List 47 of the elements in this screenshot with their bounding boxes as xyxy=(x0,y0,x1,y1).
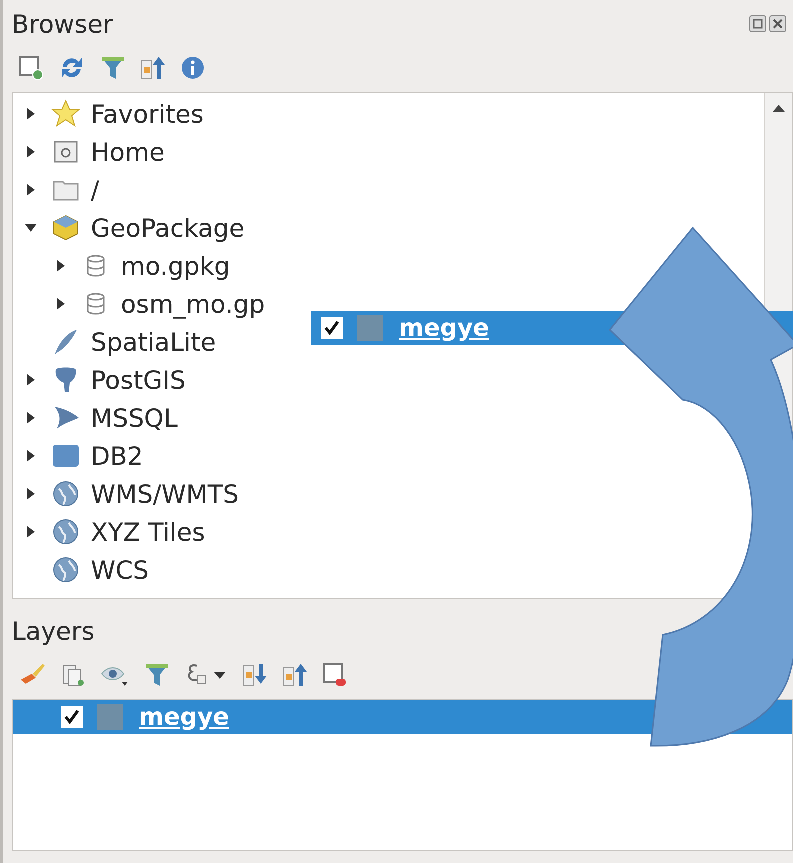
expand-arrow-icon[interactable] xyxy=(25,374,37,386)
collapse-icon[interactable] xyxy=(282,662,308,688)
panel-title: Browser xyxy=(12,10,114,38)
collapse-icon[interactable] xyxy=(140,55,166,81)
tree-item-label[interactable]: mo.gpkg xyxy=(121,252,230,280)
panel-title: Layers xyxy=(12,616,95,646)
globe-icon xyxy=(51,517,81,547)
expand-arrow-icon[interactable] xyxy=(25,450,37,462)
filter-icon[interactable] xyxy=(144,662,170,688)
globe-icon xyxy=(51,479,81,509)
layer-name: megye xyxy=(139,703,230,731)
remove-layer-icon[interactable] xyxy=(322,662,348,688)
checkbox[interactable] xyxy=(61,706,83,728)
layer-name: megye xyxy=(399,314,490,342)
close-icon[interactable] xyxy=(769,15,787,33)
tree-item-label[interactable]: WCS xyxy=(91,556,150,584)
tree-item-label[interactable]: MSSQL xyxy=(91,404,178,432)
tree-item-label[interactable]: Favorites xyxy=(91,100,204,128)
scroll-up-icon[interactable] xyxy=(772,103,786,113)
float-icon[interactable] xyxy=(749,15,767,33)
layer-symbol xyxy=(97,704,123,730)
tree-item-label[interactable]: GeoPackage xyxy=(91,214,245,242)
tree-item-label[interactable]: XYZ Tiles xyxy=(91,518,206,546)
expand-arrow-icon[interactable] xyxy=(25,412,37,424)
filter-icon[interactable] xyxy=(100,55,126,81)
expand-arrow-icon[interactable] xyxy=(55,260,67,272)
expand-all-icon[interactable] xyxy=(242,662,268,688)
add-layer-icon[interactable] xyxy=(18,55,44,81)
tree-item-label[interactable]: DB2 xyxy=(91,442,144,470)
package-box-icon xyxy=(51,213,81,243)
tree-item-label[interactable]: PostGIS xyxy=(91,366,186,394)
expand-arrow-icon[interactable] xyxy=(25,526,37,538)
expand-arrow-icon[interactable] xyxy=(25,108,37,120)
star-icon xyxy=(51,99,81,129)
globe-icon xyxy=(51,555,81,585)
expand-arrow-icon[interactable] xyxy=(25,146,37,158)
expand-arrow-icon[interactable] xyxy=(25,488,37,500)
layer-symbol xyxy=(357,315,383,341)
tree-item-label[interactable]: SpatiaLite xyxy=(91,328,216,356)
tree-item-label[interactable]: / xyxy=(91,176,100,204)
collapse-arrow-icon[interactable] xyxy=(25,222,37,234)
expand-arrow-icon[interactable] xyxy=(55,298,67,310)
info-icon[interactable] xyxy=(180,55,206,81)
tree-item-label[interactable]: WMS/WMTS xyxy=(91,480,240,508)
expand-arrow-icon[interactable] xyxy=(25,184,37,196)
tree-item-label[interactable]: osm_mo.gp xyxy=(121,290,266,318)
tree-item-label[interactable]: Home xyxy=(91,138,165,166)
